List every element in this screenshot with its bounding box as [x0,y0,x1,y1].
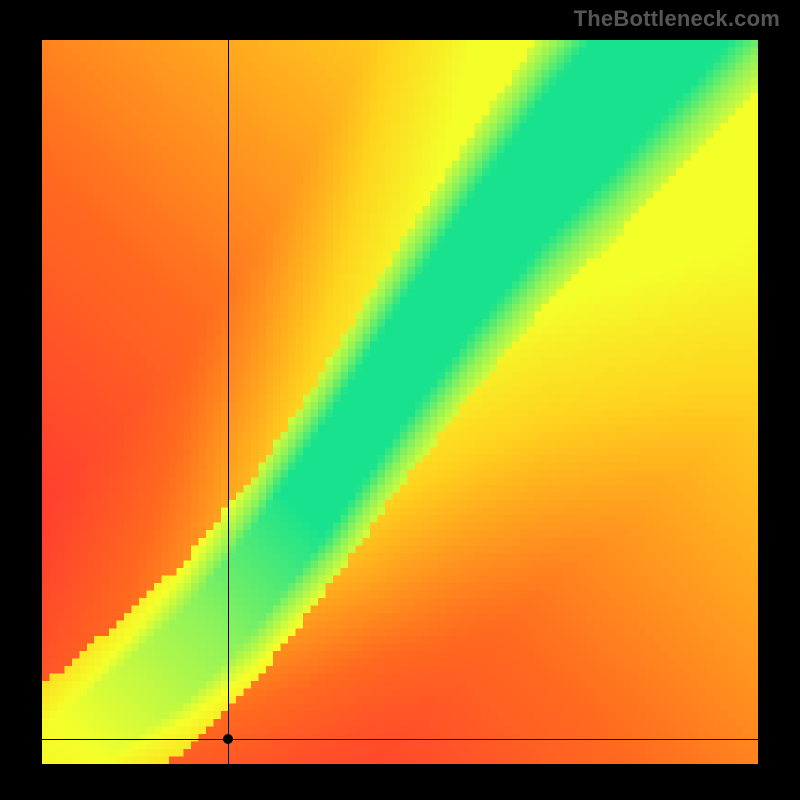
marker-dot [223,734,233,744]
plot-area [42,40,758,764]
attribution-text: TheBottleneck.com [574,6,780,32]
heatmap-canvas [42,40,758,764]
crosshair-vertical [228,40,229,764]
chart-frame: TheBottleneck.com [0,0,800,800]
crosshair-horizontal [42,739,758,740]
